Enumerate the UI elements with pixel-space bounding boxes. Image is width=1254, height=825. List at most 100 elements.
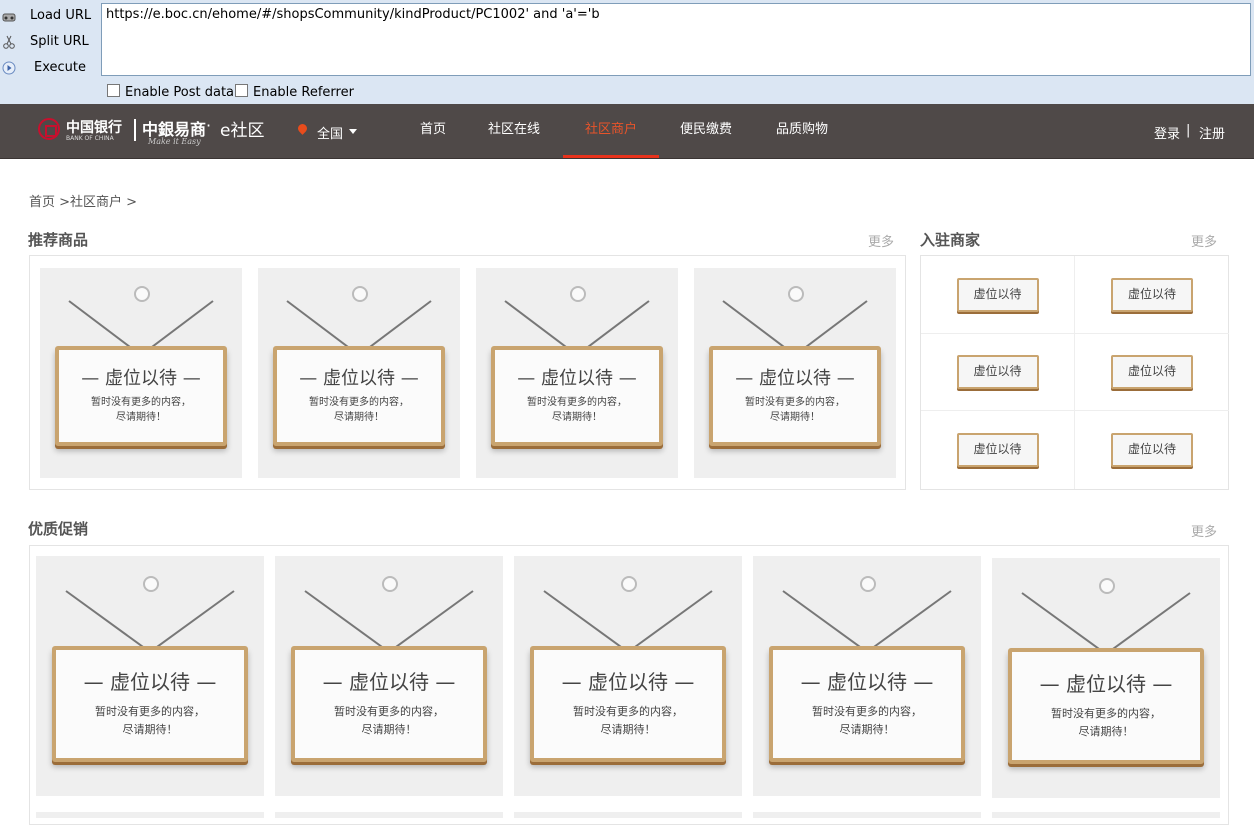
sign-board: — 虚位以待 — 暂时没有更多的内容， 尽请期待！: [709, 346, 881, 446]
promotion-card[interactable]: [753, 812, 981, 818]
load-url-button[interactable]: Load URL: [0, 4, 96, 28]
nail-icon: [382, 576, 398, 592]
promotion-card[interactable]: — 虚位以待 — 暂时没有更多的内容， 尽请期待！: [275, 556, 503, 796]
promotion-card[interactable]: — 虚位以待 — 暂时没有更多的内容， 尽请期待！: [36, 556, 264, 796]
placeholder-line: 暂时没有更多的内容，: [95, 705, 205, 718]
logo-divider: [134, 119, 136, 141]
merchants-title: 入驻商家: [920, 231, 981, 249]
merchant-placeholder: 虚位以待: [956, 277, 1039, 312]
merchant-placeholder: 虚位以待: [956, 433, 1039, 467]
nav-community-merchants[interactable]: 社区商户: [563, 104, 659, 158]
promotions-more-link[interactable]: 更多: [1191, 521, 1217, 540]
nail-icon: [1099, 578, 1115, 594]
merchant-placeholder: 虚位以待: [1111, 355, 1193, 389]
product-card[interactable]: — 虚位以待 — 暂时没有更多的内容， 尽请期待！: [476, 268, 678, 478]
enable-post-checkbox[interactable]: Enable Post data: [107, 84, 234, 100]
placeholder-line: 暂时没有更多的内容，: [812, 705, 922, 718]
enable-post-label: Enable Post data: [125, 85, 235, 100]
placeholder-line: 尽请期待！: [1078, 725, 1134, 738]
merchant-cell[interactable]: 虚位以待: [921, 411, 1075, 489]
sign-board: — 虚位以待 — 暂时没有更多的内容， 尽请期待！: [530, 646, 726, 762]
split-url-button[interactable]: Split URL: [0, 30, 96, 54]
logo-dot: ·: [206, 116, 212, 135]
boc-logo-en: BANK OF CHINA: [66, 135, 114, 142]
placeholder-line: 尽请期待！: [552, 412, 602, 423]
enable-referrer-checkbox[interactable]: Enable Referrer: [235, 84, 354, 100]
sign-board: — 虚位以待 — 暂时没有更多的内容， 尽请期待！: [769, 646, 965, 762]
product-card[interactable]: — 虚位以待 — 暂时没有更多的内容， 尽请期待！: [694, 268, 896, 478]
placeholder-sign: — 虚位以待 — 暂时没有更多的内容， 尽请期待！: [52, 576, 248, 766]
breadcrumb[interactable]: 首页 >社区商户 >: [29, 191, 137, 210]
promotion-card[interactable]: — 虚位以待 — 暂时没有更多的内容， 尽请期待！: [992, 558, 1220, 798]
placeholder-line: 暂时没有更多的内容，: [91, 397, 191, 408]
hackbar: Load URL Split URL Execute https://e.boc…: [0, 0, 1254, 104]
nail-icon: [143, 576, 159, 592]
sign-board: — 虚位以待 — 暂时没有更多的内容， 尽请期待！: [52, 646, 248, 762]
placeholder-line: 尽请期待！: [334, 412, 384, 423]
product-card[interactable]: — 虚位以待 — 暂时没有更多的内容， 尽请期待！: [40, 268, 242, 478]
execute-label: Execute: [34, 60, 86, 75]
login-link[interactable]: 登录: [1154, 123, 1180, 142]
placeholder-sign: — 虚位以待 — 暂时没有更多的内容， 尽请期待！: [709, 286, 881, 452]
split-url-label: Split URL: [30, 34, 89, 49]
merchant-cell[interactable]: 虚位以待: [1075, 334, 1229, 411]
promotion-card[interactable]: [992, 812, 1220, 818]
promotion-card[interactable]: [275, 812, 503, 818]
nav-home[interactable]: 首页: [404, 104, 462, 158]
placeholder-sign: — 虚位以待 — 暂时没有更多的内容， 尽请期待！: [55, 286, 227, 452]
merchant-cell[interactable]: 虚位以待: [921, 256, 1075, 334]
auth-divider: |: [1186, 123, 1191, 138]
placeholder-line: 暂时没有更多的内容，: [745, 397, 845, 408]
checkbox-box[interactable]: [107, 84, 120, 97]
register-link[interactable]: 注册: [1199, 123, 1225, 142]
promotion-card[interactable]: [514, 812, 742, 818]
placeholder-line: 暂时没有更多的内容，: [1051, 707, 1161, 720]
url-input[interactable]: https://e.boc.cn/ehome/#/shopsCommunity/…: [101, 3, 1251, 76]
merchant-cell[interactable]: 虚位以待: [1075, 256, 1229, 334]
play-icon: [2, 61, 16, 75]
sign-board: — 虚位以待 — 暂时没有更多的内容， 尽请期待！: [291, 646, 487, 762]
nav-quality-shopping[interactable]: 品质购物: [766, 104, 838, 158]
nail-icon: [570, 286, 586, 302]
scissors-icon: [3, 35, 15, 49]
placeholder-line: 尽请期待！: [770, 412, 820, 423]
load-url-label: Load URL: [30, 8, 92, 23]
nav-bill-payment[interactable]: 便民缴费: [670, 104, 742, 158]
placeholder-heading: — 虚位以待 —: [299, 368, 419, 389]
placeholder-line: 尽请期待！: [600, 723, 656, 736]
boc-logo-cn: 中国银行: [66, 120, 122, 136]
sign-board: — 虚位以待 — 暂时没有更多的内容， 尽请期待！: [273, 346, 445, 446]
placeholder-heading: — 虚位以待 —: [735, 368, 855, 389]
product-card[interactable]: — 虚位以待 — 暂时没有更多的内容， 尽请期待！: [258, 268, 460, 478]
placeholder-line: 暂时没有更多的内容，: [334, 705, 444, 718]
checkbox-box[interactable]: [235, 84, 248, 97]
merchant-cell[interactable]: 虚位以待: [921, 334, 1075, 411]
placeholder-heading: — 虚位以待 —: [517, 368, 637, 389]
execute-button[interactable]: Execute: [0, 56, 96, 80]
sign-board: — 虚位以待 — 暂时没有更多的内容， 尽请期待！: [55, 346, 227, 446]
nail-icon: [352, 286, 368, 302]
merchants-panel: 虚位以待 虚位以待 虚位以待 虚位以待 虚位以待 虚位以待: [920, 255, 1229, 490]
merchant-placeholder: 虚位以待: [1111, 277, 1193, 312]
sign-board: — 虚位以待 — 暂时没有更多的内容， 尽请期待！: [1008, 648, 1204, 764]
recommended-more-link[interactable]: 更多: [868, 231, 894, 250]
promotion-card[interactable]: — 虚位以待 — 暂时没有更多的内容， 尽请期待！: [514, 556, 742, 796]
merchant-cell[interactable]: 虚位以待: [1075, 411, 1229, 489]
placeholder-line: 尽请期待！: [361, 723, 417, 736]
placeholder-line: 暂时没有更多的内容，: [309, 397, 409, 408]
nail-icon: [621, 576, 637, 592]
promotion-card[interactable]: — 虚位以待 — 暂时没有更多的内容， 尽请期待！: [753, 556, 981, 796]
merchants-more-link[interactable]: 更多: [1191, 231, 1217, 250]
placeholder-line: 暂时没有更多的内容，: [573, 705, 683, 718]
placeholder-sign: — 虚位以待 — 暂时没有更多的内容， 尽请期待！: [273, 286, 445, 452]
nail-icon: [860, 576, 876, 592]
load-url-icon: [2, 13, 16, 22]
promotions-title: 优质促销: [28, 520, 89, 538]
nav-community-online[interactable]: 社区在线: [478, 104, 550, 158]
placeholder-line: 尽请期待！: [839, 723, 895, 736]
location-label: 全国: [317, 127, 344, 142]
placeholder-heading: — 虚位以待 —: [322, 670, 456, 694]
placeholder-sign: — 虚位以待 — 暂时没有更多的内容， 尽请期待！: [530, 576, 726, 766]
promotion-card[interactable]: [36, 812, 264, 818]
site-header: 中国银行 BANK OF CHINA 中銀易商 · e社区 Make it Ea…: [0, 104, 1254, 159]
